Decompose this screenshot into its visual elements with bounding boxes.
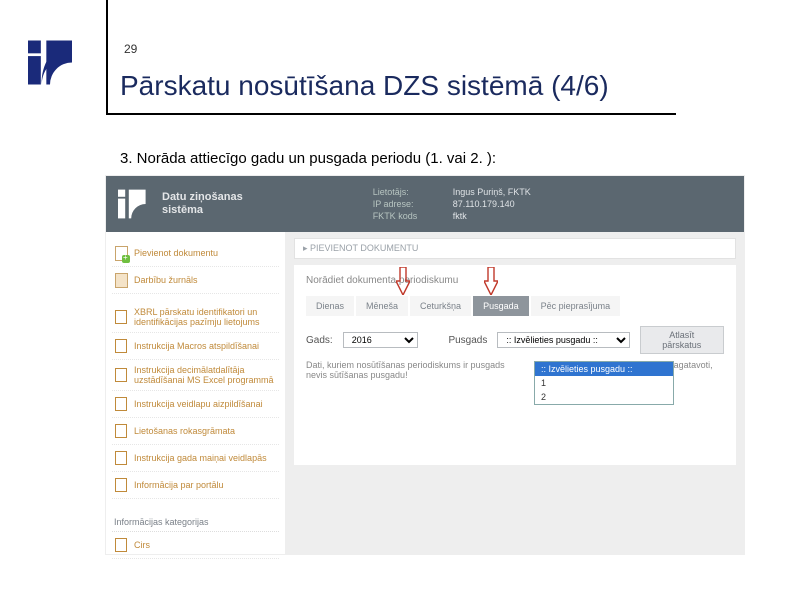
sidebar-item-label: Cirs <box>134 540 150 550</box>
sidebar-item-label: Lietošanas rokasgrāmata <box>134 426 235 436</box>
document-icon <box>114 396 128 412</box>
document-icon <box>114 423 128 439</box>
document-icon <box>114 537 128 553</box>
breadcrumb: ▸ PIEVIENOT DOKUMENTU <box>294 238 736 259</box>
tab-mnea[interactable]: Mēneša <box>356 296 408 316</box>
document-icon <box>114 367 128 383</box>
app-logo <box>118 189 154 219</box>
year-label: Gads: <box>306 335 333 346</box>
document-icon <box>114 477 128 493</box>
sidebar-doc-link[interactable]: Informācija par portālu <box>112 472 279 499</box>
panel-title: Norādiet dokumenta periodiskumu <box>306 275 724 286</box>
year-select[interactable]: 2016 <box>343 332 419 348</box>
dropdown-option[interactable]: 2 <box>535 390 673 404</box>
app-topbar: Datu ziņošanassistēma Lietotājs: Ingus P… <box>106 176 744 232</box>
journal-icon <box>114 272 128 288</box>
annotation-arrow-icon <box>484 267 498 295</box>
divider-vertical <box>106 0 108 115</box>
divider-horizontal <box>106 113 676 115</box>
tab-pusgada[interactable]: Pusgada <box>473 296 529 316</box>
document-icon <box>114 245 128 261</box>
fktk-logo <box>28 40 83 90</box>
value-user: Ingus Puriņš, FKTK <box>453 187 573 197</box>
page-number: 29 <box>124 42 137 56</box>
step-instruction: 3. Norāda attiecīgo gadu un pusgada peri… <box>120 150 496 167</box>
sidebar-item-label: Instrukcija Macros atspildīšanai <box>134 341 259 351</box>
brand-line1: Datu ziņošanas <box>162 191 243 203</box>
value-code: fktk <box>453 211 573 221</box>
annotation-arrow-icon <box>396 267 410 295</box>
note-prefix: Dati, kuriem nosūtīšanas periodiskums ir… <box>306 360 505 370</box>
sidebar-item-label: Darbību žurnāls <box>134 275 198 285</box>
period-tabs: DienasMēnešaCeturkšņaPusgadaPēc pieprasī… <box>306 296 724 316</box>
tab-ceturka[interactable]: Ceturkšņa <box>410 296 471 316</box>
brand-line2: sistēma <box>162 204 203 216</box>
sidebar-doc-link[interactable]: Instrukcija gada maiņai veidlapās <box>112 445 279 472</box>
sidebar-activity-log[interactable]: Darbību žurnāls <box>112 267 279 294</box>
label-ip: IP adrese: <box>373 199 453 209</box>
sidebar-add-document[interactable]: Pievienot dokumentu <box>112 240 279 267</box>
halfyear-label: Pusgads <box>448 335 487 346</box>
sidebar-item-label: Informācija par portālu <box>134 480 224 490</box>
label-user: Lietotājs: <box>373 187 453 197</box>
document-icon <box>114 338 128 354</box>
document-icon <box>114 450 128 466</box>
sidebar: Pievienot dokumentu Darbību žurnāls XBRL… <box>106 232 286 554</box>
sidebar-item-label: XBRL pārskatu identifikatori un identifi… <box>134 307 277 327</box>
sidebar-item-label: Pievienot dokumentu <box>134 248 218 258</box>
sidebar-doc-link[interactable]: XBRL pārskatu identifikatori un identifi… <box>112 302 279 333</box>
sidebar-doc-link[interactable]: Instrukcija veidlapu aizpildīšanai <box>112 391 279 418</box>
halfyear-select[interactable]: :: Izvēlieties pusgadu :: <box>497 332 629 348</box>
select-reports-button[interactable]: Atlasīt pārskatus <box>640 326 725 354</box>
label-code: FKTK kods <box>373 211 453 221</box>
user-info: Lietotājs: Ingus Puriņš, FKTK IP adrese:… <box>373 187 573 221</box>
sidebar-doc-link[interactable]: Instrukcija Macros atspildīšanai <box>112 333 279 360</box>
halfyear-dropdown-open: :: Izvēlieties pusgadu :: 1 2 <box>534 361 674 405</box>
dropdown-option[interactable]: 1 <box>535 376 673 390</box>
embedded-screenshot: Datu ziņošanassistēma Lietotājs: Ingus P… <box>105 175 745 555</box>
sidebar-category-link[interactable]: Cirs <box>112 532 279 559</box>
sidebar-item-label: Instrukcija gada maiņai veidlapās <box>134 453 267 463</box>
sidebar-categories-heading: Informācijas kategorijas <box>112 513 279 532</box>
value-ip: 87.110.179.140 <box>453 199 573 209</box>
document-icon <box>114 309 128 325</box>
dropdown-option[interactable]: :: Izvēlieties pusgadu :: <box>535 362 673 376</box>
sidebar-item-label: Instrukcija decimālatdalītāja uzstādīšan… <box>134 365 277 385</box>
sidebar-doc-link[interactable]: Instrukcija decimālatdalītāja uzstādīšan… <box>112 360 279 391</box>
tab-pcpieprasjuma[interactable]: Pēc pieprasījuma <box>531 296 621 316</box>
sidebar-item-label: Instrukcija veidlapu aizpildīšanai <box>134 399 263 409</box>
slide-title: Pārskatu nosūtīšana DZS sistēmā (4/6) <box>120 70 609 102</box>
tab-dienas[interactable]: Dienas <box>306 296 354 316</box>
main-panel: ▸ PIEVIENOT DOKUMENTU Norādiet dokumenta… <box>286 232 744 554</box>
sidebar-doc-link[interactable]: Lietošanas rokasgrāmata <box>112 418 279 445</box>
